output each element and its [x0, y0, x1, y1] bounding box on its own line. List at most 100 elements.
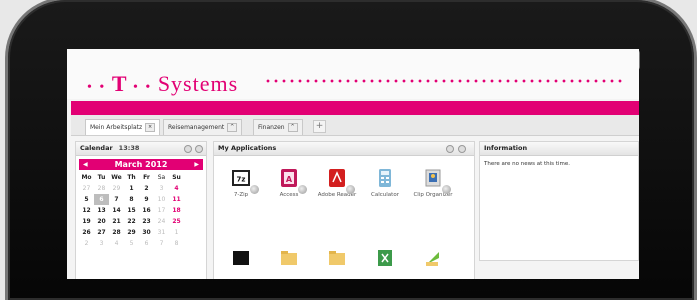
day-cell[interactable]: 19 — [79, 216, 94, 227]
app-clip-organizer[interactable]: Clip Organizer — [410, 168, 456, 199]
prev-month-icon[interactable]: ◀ — [83, 159, 88, 170]
day-cell[interactable]: 23 — [139, 216, 154, 227]
tab-close-icon[interactable]: × — [145, 123, 156, 132]
day-cell[interactable]: 8 — [124, 194, 139, 205]
excel-icon — [375, 248, 395, 268]
app-folder[interactable] — [314, 248, 360, 272]
svg-text:A: A — [286, 175, 293, 184]
app-access[interactable]: A Access — [266, 168, 312, 199]
favorite-badge-icon[interactable] — [250, 185, 259, 194]
folder-icon — [279, 248, 299, 268]
day-cell[interactable]: 11 — [169, 194, 184, 205]
information-header: Information — [480, 142, 638, 156]
day-cell[interactable]: 29 — [124, 227, 139, 238]
calendar-header: Calendar 13:38 — [76, 142, 206, 156]
header: • • T • • Systems — [67, 49, 639, 99]
adobe-reader-icon — [327, 168, 355, 194]
day-cell-today[interactable]: 6 — [94, 194, 109, 205]
day-cell[interactable]: 9 — [139, 194, 154, 205]
tab-mein-arbeitsplatz[interactable]: Mein Arbeitsplatz × — [85, 119, 161, 135]
add-tab-button[interactable]: + — [313, 120, 326, 133]
close-panel-icon[interactable] — [195, 145, 203, 153]
day-cell[interactable]: 8 — [169, 238, 184, 249]
day-cell[interactable]: 10 — [154, 194, 169, 205]
day-cell[interactable]: 5 — [124, 238, 139, 249]
day-cell[interactable]: 30 — [139, 227, 154, 238]
applications-panel: My Applications 7z 7-Zip A Access Adobe … — [213, 141, 475, 279]
installer-icon — [423, 248, 443, 268]
day-cell[interactable]: 17 — [154, 205, 169, 216]
month-bar: ◀ March 2012 ▶ — [79, 159, 203, 170]
settings-icon[interactable] — [446, 145, 454, 153]
weekday-label: Sa — [157, 174, 166, 181]
tab-reisemanagement[interactable]: Reisemanagement ^ — [163, 119, 243, 135]
information-message: There are no news at this time. — [484, 161, 570, 167]
applications-header: My Applications — [214, 142, 474, 156]
day-cell[interactable]: 31 — [154, 227, 169, 238]
day-cell[interactable]: 13 — [94, 205, 109, 216]
app-installer[interactable] — [410, 248, 456, 272]
app-folder[interactable] — [266, 248, 312, 272]
favorite-badge-icon[interactable] — [442, 185, 451, 194]
day-cell[interactable]: 25 — [169, 216, 184, 227]
day-cell[interactable]: 7 — [154, 238, 169, 249]
day-cell[interactable]: 15 — [124, 205, 139, 216]
tab-collapse-icon[interactable]: ^ — [227, 123, 238, 132]
access-icon: A — [279, 168, 307, 194]
tab-finanzen[interactable]: Finanzen ^ — [253, 119, 303, 135]
app-excel[interactable] — [362, 248, 408, 272]
portal-screen: • • T • • Systems Mein Arbeitsplatz × Rei… — [67, 49, 639, 279]
day-cell[interactable]: 2 — [139, 183, 154, 194]
day-cell[interactable]: 24 — [154, 216, 169, 227]
day-cell[interactable]: 27 — [94, 227, 109, 238]
folder-icon — [327, 248, 347, 268]
favorite-badge-icon[interactable] — [298, 185, 307, 194]
svg-text:7z: 7z — [237, 176, 246, 184]
day-cell[interactable]: 22 — [124, 216, 139, 227]
app-terminal[interactable] — [218, 248, 264, 272]
day-cell[interactable]: 7 — [109, 194, 124, 205]
day-cell[interactable]: 16 — [139, 205, 154, 216]
day-cell[interactable]: 3 — [154, 183, 169, 194]
close-panel-icon[interactable] — [458, 145, 466, 153]
day-cell[interactable]: 18 — [169, 205, 184, 216]
app-calculator[interactable]: Calculator — [362, 168, 408, 199]
day-cell[interactable]: 29 — [109, 183, 124, 194]
app-7zip[interactable]: 7z 7-Zip — [218, 168, 264, 199]
day-cell[interactable]: 2 — [79, 238, 94, 249]
information-panel: Information There are no news at this ti… — [479, 141, 639, 261]
weekday-label: Tu — [97, 174, 106, 181]
day-cell[interactable]: 3 — [94, 238, 109, 249]
day-cell[interactable]: 21 — [109, 216, 124, 227]
logo-dots-trail — [264, 79, 622, 83]
month-label: March 2012 — [114, 160, 168, 169]
weekday-label: Th — [127, 174, 136, 181]
app-adobe-reader[interactable]: Adobe Reader — [314, 168, 360, 199]
weekday-label: We — [111, 174, 122, 181]
day-cell[interactable]: 27 — [79, 183, 94, 194]
day-cell[interactable]: 5 — [79, 194, 94, 205]
current-time: 13:38 — [118, 144, 140, 152]
day-cell[interactable]: 6 — [139, 238, 154, 249]
calendar-grid: Mo Tu We Th Fr Sa Su 27 28 29 1 2 3 4 5 … — [79, 172, 184, 249]
day-cell[interactable]: 26 — [79, 227, 94, 238]
day-cell[interactable]: 1 — [169, 227, 184, 238]
clip-organizer-icon — [423, 168, 451, 194]
day-cell[interactable]: 4 — [109, 238, 124, 249]
tab-collapse-icon[interactable]: ^ — [287, 123, 298, 132]
day-cell[interactable]: 1 — [124, 183, 139, 194]
weekday-label: Su — [172, 174, 181, 181]
day-cell[interactable]: 28 — [109, 227, 124, 238]
tab-bar: Mein Arbeitsplatz × Reisemanagement ^ Fina… — [71, 115, 639, 136]
next-month-icon[interactable]: ▶ — [194, 159, 199, 170]
t-systems-logo: • • T • • Systems — [87, 71, 239, 96]
day-cell[interactable]: 4 — [169, 183, 184, 194]
settings-icon[interactable] — [184, 145, 192, 153]
calculator-icon — [375, 168, 395, 188]
favorite-badge-icon[interactable] — [346, 185, 355, 194]
terminal-icon — [231, 248, 251, 268]
day-cell[interactable]: 12 — [79, 205, 94, 216]
day-cell[interactable]: 14 — [109, 205, 124, 216]
day-cell[interactable]: 28 — [94, 183, 109, 194]
day-cell[interactable]: 20 — [94, 216, 109, 227]
